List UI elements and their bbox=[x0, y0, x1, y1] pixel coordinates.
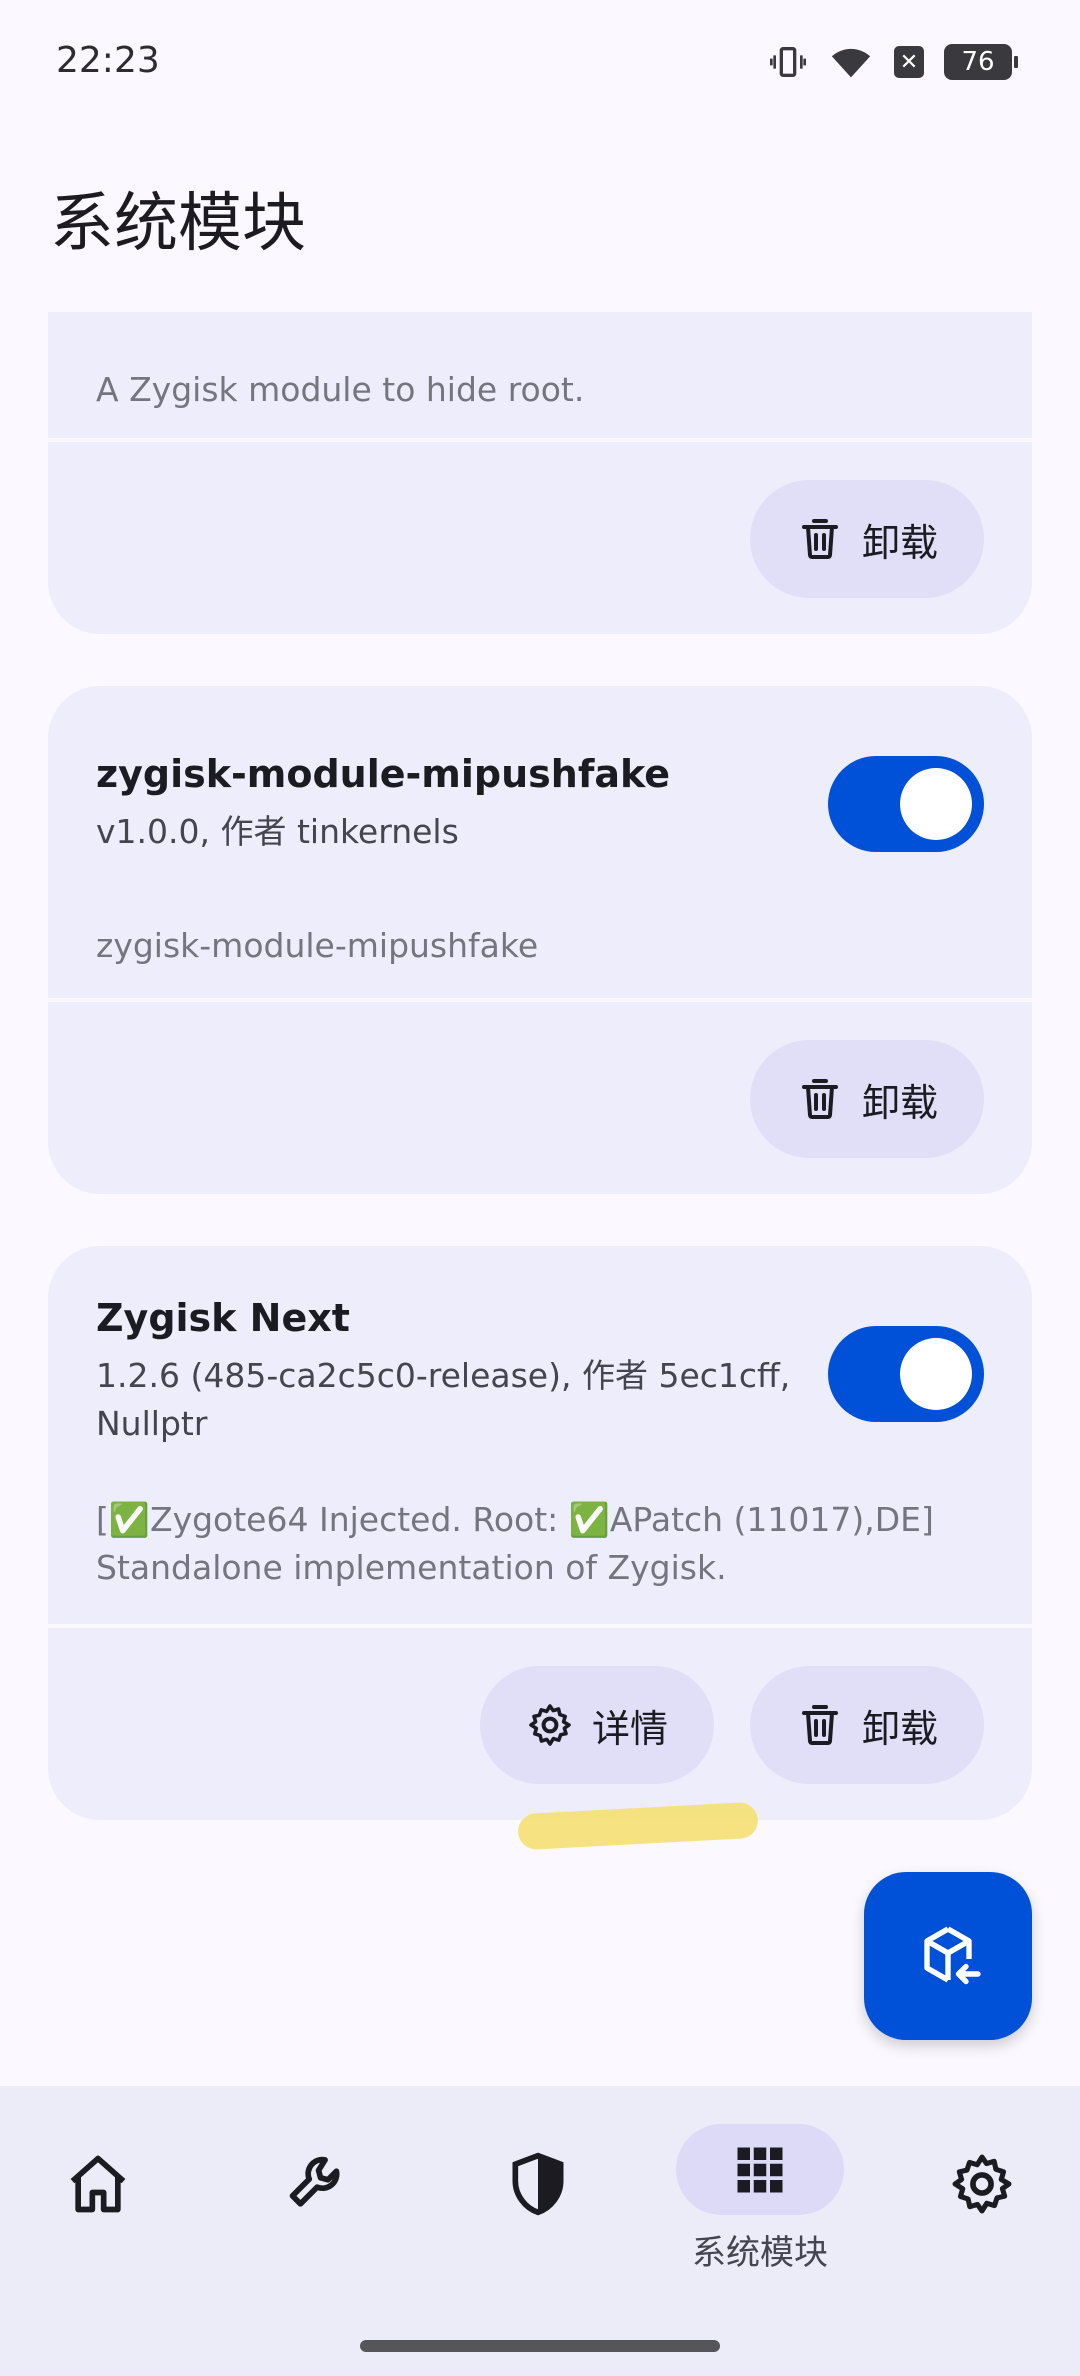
module-description: zygisk-module-mipushfake bbox=[96, 926, 539, 965]
module-card-zygisk-next: Zygisk Next 1.2.6 (485-ca2c5c0-release),… bbox=[48, 1246, 1032, 1820]
module-meta: v1.0.0, 作者 tinkernels bbox=[96, 812, 459, 851]
status-bar: 22:23 ✕ 76 bbox=[0, 0, 1080, 126]
uninstall-button[interactable]: 卸载 bbox=[750, 1040, 984, 1158]
no-sim-icon: ✕ bbox=[894, 46, 924, 78]
nav-settings[interactable] bbox=[892, 2124, 1072, 2274]
module-meta: 1.2.6 (485-ca2c5c0-release), 作者 5ec1cff,… bbox=[96, 1352, 816, 1448]
module-description: A Zygisk module to hide root. bbox=[96, 370, 585, 409]
install-module-fab[interactable] bbox=[864, 1872, 1032, 2040]
module-name: Zygisk Next bbox=[96, 1296, 350, 1340]
trash-icon bbox=[801, 1079, 838, 1119]
gear-icon bbox=[529, 1704, 571, 1746]
wifi-icon bbox=[831, 48, 871, 78]
gesture-navigation-bar[interactable] bbox=[360, 2340, 720, 2352]
module-enable-toggle[interactable] bbox=[828, 756, 984, 852]
wrench-icon bbox=[289, 2156, 340, 2207]
trash-icon bbox=[801, 1705, 838, 1745]
nav-active-indicator bbox=[676, 2124, 844, 2215]
status-time: 22:23 bbox=[56, 40, 160, 81]
install-package-icon bbox=[924, 1926, 981, 1985]
toggle-knob bbox=[900, 768, 972, 840]
module-description-line: [✅Zygote64 Injected. Root: ✅APatch (1101… bbox=[96, 1500, 934, 1539]
battery-icon: 76 bbox=[944, 44, 1018, 80]
module-description: [✅Zygote64 Injected. Root: ✅APatch (1101… bbox=[96, 1496, 996, 1592]
status-icons: ✕ 76 bbox=[768, 42, 1018, 82]
trash-icon bbox=[801, 519, 838, 559]
uninstall-label: 卸载 bbox=[861, 520, 938, 565]
battery-level: 76 bbox=[961, 47, 995, 77]
modules-grid-icon bbox=[737, 2147, 783, 2192]
uninstall-label: 卸载 bbox=[861, 1706, 938, 1751]
nav-label: 系统模块 bbox=[692, 2233, 828, 2273]
nav-tools[interactable] bbox=[228, 2124, 408, 2274]
home-icon bbox=[70, 2155, 126, 2213]
nav-superuser[interactable] bbox=[448, 2124, 628, 2274]
uninstall-button[interactable]: 卸载 bbox=[750, 1666, 984, 1784]
toggle-knob bbox=[900, 1338, 972, 1410]
module-enable-toggle[interactable] bbox=[828, 1326, 984, 1422]
bottom-navigation: 系统模块 bbox=[0, 2086, 1080, 2376]
nav-home[interactable] bbox=[8, 2124, 188, 2274]
details-button[interactable]: 详情 bbox=[480, 1666, 714, 1784]
vibrate-icon bbox=[770, 47, 806, 77]
module-card-mipushfake: zygisk-module-mipushfake v1.0.0, 作者 tink… bbox=[48, 686, 1032, 1194]
module-meta-line: 1.2.6 (485-ca2c5c0-release), 作者 5ec1cff, bbox=[96, 1356, 791, 1395]
uninstall-label: 卸载 bbox=[861, 1080, 938, 1125]
uninstall-button[interactable]: 卸载 bbox=[750, 480, 984, 598]
module-description-line: Standalone implementation of Zygisk. bbox=[96, 1548, 727, 1587]
nav-modules[interactable]: 系统模块 bbox=[670, 2124, 850, 2274]
module-name: zygisk-module-mipushfake bbox=[96, 752, 671, 796]
module-card-shamiko: A Zygisk module to hide root. 卸载 bbox=[48, 312, 1032, 634]
gear-icon bbox=[952, 2154, 1012, 2214]
details-label: 详情 bbox=[591, 1706, 668, 1751]
shield-icon bbox=[512, 2152, 564, 2216]
page-title: 系统模块 bbox=[50, 187, 306, 261]
module-meta-line: Nullptr bbox=[96, 1404, 208, 1443]
